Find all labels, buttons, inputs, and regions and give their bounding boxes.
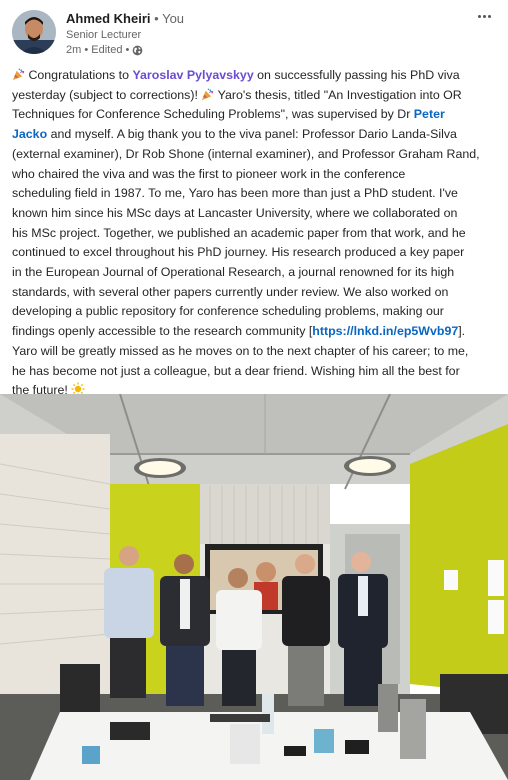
post-text-segment: known him since his MSc days at Lancaste… <box>12 205 458 220</box>
post-text-line: (external examiner), Dr Rob Shone (inter… <box>12 145 496 165</box>
profile-or-url-link[interactable]: https://lnkd.in/ep5Wvb97 <box>312 324 458 338</box>
post-time-edited: 2m • Edited • <box>66 44 130 56</box>
author-title: Senior Lecturer <box>66 29 142 41</box>
more-options-icon[interactable] <box>472 6 496 26</box>
post-text-line: continued to excel throughout his PhD jo… <box>12 243 496 263</box>
post-text-line: scheduling field in 1987. To me, Yaro ha… <box>12 184 496 204</box>
profile-or-url-link[interactable]: Jacko <box>12 127 47 141</box>
post-text-segment: Yaro's thesis, titled "An Investigation … <box>214 87 462 102</box>
post-text-segment: developing a public repository for confe… <box>12 304 444 319</box>
post-text-segment: (external examiner), Dr Rob Shone (inter… <box>12 146 480 161</box>
post-text-segment: Congratulations to <box>25 68 133 82</box>
post-text-line: findings openly accessible to the resear… <box>12 322 496 342</box>
post-text-line: yesterday (subject to corrections)! Yaro… <box>12 86 496 106</box>
post-text-line: Yaro will be greatly missed as he moves … <box>12 342 496 362</box>
post-text-segment: who chaired the viva and was the first t… <box>12 166 406 181</box>
post-text-segment: standards, with several other papers cur… <box>12 284 449 299</box>
post-body: Congratulations to Yaroslav Pylyavskyy o… <box>12 66 496 401</box>
party-popper-icon <box>12 68 25 81</box>
post-text-line: developing a public repository for confe… <box>12 302 496 322</box>
post-text-segment: findings openly accessible to the resear… <box>12 324 313 339</box>
post-text-segment: Techniques for Conference Scheduling Pro… <box>12 107 414 122</box>
post-text-segment: ]. <box>458 324 466 339</box>
post-text-segment: yesterday (subject to corrections)! <box>12 87 202 102</box>
post-text-line: known him since his MSc days at Lancaste… <box>12 204 496 224</box>
post-text-segment: he has become not just a colleague, but … <box>12 363 460 378</box>
post-text-segment: and myself. A big thank you to the viva … <box>47 127 457 142</box>
group-photo-image <box>0 394 508 780</box>
post-text-line: Congratulations to Yaroslav Pylyavskyy o… <box>12 66 496 86</box>
post-text-segment: his MSc project. Together, we published … <box>12 225 466 240</box>
globe-icon <box>132 45 143 55</box>
post-text-line: Techniques for Conference Scheduling Pro… <box>12 105 496 125</box>
post-text-segment: in the European Journal of Operational R… <box>12 265 455 280</box>
post-text-segment: Yaro will be greatly missed as he moves … <box>12 343 469 358</box>
party-popper-icon <box>201 88 214 101</box>
post-photo[interactable] <box>0 394 508 780</box>
post-text-line: Jacko and myself. A big thank you to the… <box>12 125 496 145</box>
post-meta: 2m • Edited • <box>66 44 143 56</box>
post-text-line: his MSc project. Together, we published … <box>12 224 496 244</box>
relation-label: You <box>162 11 185 26</box>
post-text-line: who chaired the viva and was the first t… <box>12 165 496 185</box>
mention-link[interactable]: Yaroslav Pylyavskyy <box>132 68 253 82</box>
author-name[interactable]: Ahmed Kheiri <box>66 11 151 26</box>
separator: • <box>154 11 159 26</box>
avatar[interactable] <box>12 10 56 54</box>
post-text-line: in the European Journal of Operational R… <box>12 263 496 283</box>
post-header: Ahmed Kheiri • You Senior Lecturer 2m • … <box>0 0 508 64</box>
author-line: Ahmed Kheiri • You <box>66 11 184 26</box>
post-text-line: standards, with several other papers cur… <box>12 283 496 303</box>
post-text-line: he has become not just a colleague, but … <box>12 362 496 382</box>
post-text-segment: continued to excel throughout his PhD jo… <box>12 245 465 260</box>
post-text-segment: scheduling field in 1987. To me, Yaro ha… <box>12 186 458 201</box>
post-text-segment: on successfully passing his PhD viva <box>253 68 460 82</box>
profile-or-url-link[interactable]: Peter <box>414 107 445 121</box>
